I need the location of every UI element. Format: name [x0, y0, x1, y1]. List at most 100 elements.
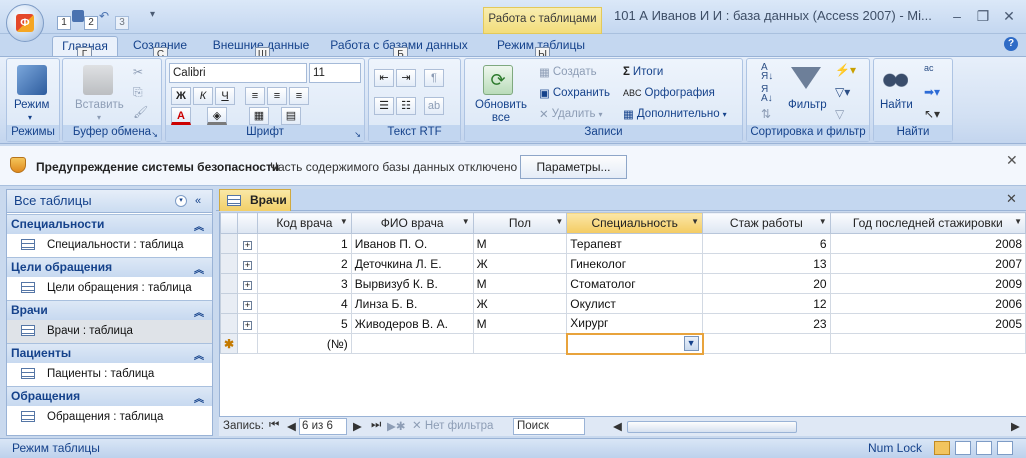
paste-button[interactable]: Вставить	[75, 99, 124, 111]
goto-icon[interactable]: ➡▾	[924, 85, 940, 99]
scroll-left-icon[interactable]: ◀	[613, 419, 622, 433]
undo-icon[interactable]: ↶	[99, 10, 111, 22]
document-tab-doctors[interactable]: Врачи	[219, 189, 291, 211]
fill-color-icon[interactable]: ◈	[207, 107, 227, 125]
table-row[interactable]: + 2 Деточкина Л. Е. Ж Гинеколог 13 2007	[219, 253, 1026, 274]
column-header[interactable]: Пол ▼	[472, 212, 568, 234]
nav-group-visits[interactable]: Обращения ︽	[7, 386, 212, 406]
cell[interactable]: 23	[702, 313, 831, 334]
increase-indent-icon[interactable]: ⇥	[396, 69, 416, 87]
numbering-icon[interactable]: ☷	[396, 97, 416, 115]
column-header[interactable]: ФИО врача ▼	[350, 212, 474, 234]
paste-dropdown-icon[interactable]: ▾	[97, 113, 101, 122]
row-selector[interactable]	[219, 293, 239, 314]
rtl-icon[interactable]: ¶	[424, 69, 444, 87]
specialty-combo-cell[interactable]: ▼	[565, 332, 704, 355]
toggle-filter-icon[interactable]: ▽	[835, 107, 844, 121]
table-row[interactable]: + 1 Иванов П. О. М Терапевт 6 2008	[219, 233, 1026, 254]
row-selector[interactable]	[219, 233, 239, 254]
office-button[interactable]: Ф	[6, 4, 44, 42]
nav-item-patients[interactable]: Пациенты : таблица	[7, 363, 212, 386]
cell[interactable]: 2008	[829, 233, 1026, 254]
nav-group-specialties[interactable]: Специальности ︽	[7, 214, 212, 234]
font-size-combo[interactable]: 11	[309, 63, 361, 83]
selection-filter-icon[interactable]: ⚡▾	[835, 63, 856, 77]
view-dropdown-icon[interactable]: ▾	[28, 113, 32, 122]
close-icon[interactable]: ✕	[998, 6, 1020, 26]
column-dropdown-icon[interactable]: ▼	[1014, 217, 1022, 226]
save-icon[interactable]	[72, 10, 84, 22]
refresh-all-button[interactable]: Обновить все	[471, 99, 531, 125]
cell[interactable]	[350, 333, 474, 354]
cell[interactable]: 6	[702, 233, 831, 254]
bold-icon[interactable]: Ж	[171, 87, 191, 105]
cell[interactable]: 13	[702, 253, 831, 274]
cell[interactable]: Иванов П. О.	[350, 233, 474, 254]
record-position-input[interactable]: 6 из 6	[299, 418, 347, 435]
cell[interactable]: 2	[257, 253, 352, 274]
maximize-icon[interactable]: ❐	[972, 6, 994, 26]
nav-pane-header[interactable]: Все таблицы ▾ «	[6, 189, 213, 213]
cell[interactable]: 4	[257, 293, 352, 314]
new-record-row[interactable]: ✱ (№) ▼	[219, 332, 1026, 355]
customize-qat-icon[interactable]: ▾	[150, 9, 155, 20]
column-dropdown-icon[interactable]: ▼	[691, 217, 699, 226]
cut-icon[interactable]: ✂	[133, 65, 143, 79]
plus-icon[interactable]: +	[243, 280, 253, 290]
font-name-combo[interactable]: Calibri	[169, 63, 307, 83]
expand-cell[interactable]: +	[237, 273, 259, 294]
next-record-icon[interactable]: ▶	[353, 419, 362, 433]
expand-cell[interactable]: +	[237, 313, 259, 334]
format-painter-icon[interactable]: 🖌	[133, 105, 148, 119]
first-record-icon[interactable]: ⏮	[269, 419, 279, 432]
nav-item-doctors[interactable]: Врачи : таблица	[7, 320, 212, 343]
horizontal-scroll-thumb[interactable]	[627, 421, 797, 433]
cell[interactable]	[829, 333, 1026, 354]
highlight-icon[interactable]: ab	[424, 97, 444, 115]
cell[interactable]: Линза Б. В.	[350, 293, 474, 314]
sort-desc-icon[interactable]: Я А↓	[761, 85, 773, 104]
nav-item-specialties[interactable]: Специальности : таблица	[7, 234, 212, 257]
cell[interactable]: 3	[257, 273, 352, 294]
cell[interactable]: Терапевт	[566, 233, 704, 254]
prev-record-icon[interactable]: ◀	[287, 419, 296, 433]
cell[interactable]: Хирург	[566, 313, 704, 334]
cell[interactable]: М	[472, 313, 568, 334]
row-selector[interactable]	[219, 253, 239, 274]
expand-cell[interactable]: +	[237, 253, 259, 274]
column-dropdown-icon[interactable]: ▼	[555, 217, 563, 226]
cell[interactable]	[702, 333, 831, 354]
help-icon[interactable]: ?	[1004, 37, 1018, 51]
shutter-bar-icon[interactable]: «	[195, 190, 201, 212]
column-header[interactable]: Стаж работы ▼	[702, 212, 831, 234]
row-selector[interactable]	[219, 273, 239, 294]
column-header[interactable]: Специальность ▼	[566, 212, 704, 234]
spelling-button[interactable]: ABC Орфография	[623, 84, 715, 102]
qat-keytip-3[interactable]: 3	[115, 16, 129, 30]
new-record-button[interactable]: ▦ Создать	[539, 63, 597, 81]
table-row[interactable]: + 5 Живодеров В. А. М Хирург 23 2005	[219, 313, 1026, 334]
column-dropdown-icon[interactable]: ▼	[462, 217, 470, 226]
cell[interactable]: Ж	[472, 253, 568, 274]
cell[interactable]: М	[472, 273, 568, 294]
nav-item-visits[interactable]: Обращения : таблица	[7, 406, 212, 429]
new-record-nav-icon[interactable]: ▶✱	[387, 419, 405, 433]
cell[interactable]: 20	[702, 273, 831, 294]
datasheet-view-icon[interactable]	[934, 441, 950, 455]
plus-icon[interactable]: +	[243, 320, 253, 330]
qat-keytip-2[interactable]: 2	[84, 16, 98, 30]
table-row[interactable]: + 4 Линза Б. В. Ж Окулист 12 2006	[219, 293, 1026, 314]
delete-record-button[interactable]: ✕ Удалить ▾	[539, 105, 603, 123]
replace-icon[interactable]: ac	[924, 63, 934, 73]
cell[interactable]: 12	[702, 293, 831, 314]
nav-menu-icon[interactable]: ▾	[175, 195, 187, 207]
column-dropdown-icon[interactable]: ▼	[340, 217, 348, 226]
bullets-icon[interactable]: ☰	[374, 97, 394, 115]
cell[interactable]: 2005	[829, 313, 1026, 334]
align-center-icon[interactable]: ≡	[267, 87, 287, 105]
new-record-counter[interactable]: (№)	[257, 333, 352, 354]
qat-keytip-1[interactable]: 1	[57, 16, 71, 30]
cell[interactable]: 2007	[829, 253, 1026, 274]
cell[interactable]	[472, 333, 568, 354]
cell[interactable]: 5	[257, 313, 352, 334]
